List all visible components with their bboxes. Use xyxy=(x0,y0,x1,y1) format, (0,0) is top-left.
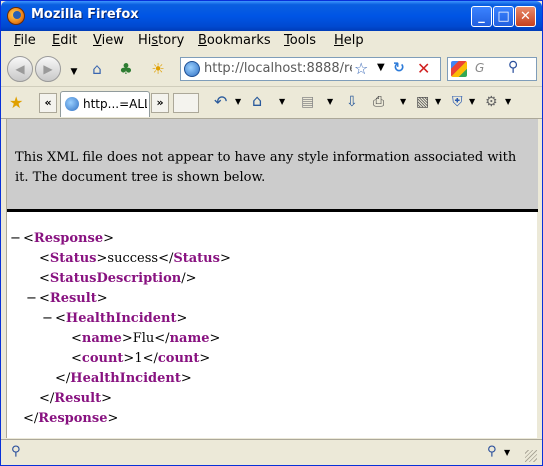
zoom-icon[interactable]: ⚲ xyxy=(487,444,497,459)
home-icon[interactable]: ⌂ xyxy=(86,58,108,80)
home-dropdown-icon[interactable]: ▼ xyxy=(279,97,285,106)
reload-icon[interactable]: ↻ xyxy=(393,60,405,76)
xml-tag-status: Status xyxy=(49,251,97,266)
xml-line-result-close: </Result> xyxy=(39,391,112,406)
menu-history[interactable]: History xyxy=(138,33,184,48)
evernote-icon[interactable]: ♣ xyxy=(115,58,137,80)
forward-icon[interactable]: ▶ xyxy=(35,56,61,82)
toggle-result[interactable]: − xyxy=(26,291,37,306)
bookmark-page-star-icon[interactable]: ☆ xyxy=(354,59,368,78)
security-shield-icon[interactable]: ⛨ xyxy=(452,94,463,110)
print-icon[interactable]: ⎙ xyxy=(373,94,384,110)
gear-dropdown-icon[interactable]: ▼ xyxy=(505,97,511,106)
new-tab-area[interactable] xyxy=(173,93,199,113)
menu-view[interactable]: View xyxy=(93,33,124,48)
xml-line-count: <count>1</count> xyxy=(71,351,211,366)
url-input[interactable]: http://localhost:8888/re xyxy=(204,61,352,76)
url-dropdown-icon[interactable]: ▼ xyxy=(377,62,385,73)
undo-dropdown-icon[interactable]: ▼ xyxy=(235,97,241,106)
undo-icon[interactable]: ↶ xyxy=(214,92,227,111)
history-dropdown-icon[interactable]: ▼ xyxy=(63,61,85,83)
zoom-dropdown-icon[interactable]: ▼ xyxy=(504,448,510,457)
menu-tools[interactable]: Tools xyxy=(284,33,316,48)
window-title: Mozilla Firefox xyxy=(31,7,139,22)
home-toolbar-icon[interactable]: ⌂ xyxy=(252,91,262,110)
tab-active[interactable]: http...=ALL xyxy=(60,91,150,117)
search-input[interactable]: G xyxy=(475,61,484,75)
feed-dropdown-icon[interactable]: ▼ xyxy=(327,97,333,106)
xml-tag-status-close: Status xyxy=(173,251,220,266)
menu-bar: File Edit View History Bookmarks Tools H… xyxy=(1,31,542,51)
xml-value-count: 1 xyxy=(134,351,143,366)
tab-scroll-right-button[interactable]: » xyxy=(151,93,169,113)
security-dropdown-icon[interactable]: ▼ xyxy=(469,97,475,106)
toggle-response[interactable]: − xyxy=(10,231,21,246)
xml-tag-name: name xyxy=(81,331,122,346)
page-icon[interactable]: ▧ xyxy=(416,94,429,110)
weather-icon[interactable]: ☀ xyxy=(147,58,169,80)
toggle-health-incident[interactable]: − xyxy=(42,311,53,326)
xml-tag-health-incident-close: HealthIncident xyxy=(70,371,181,386)
page-dropdown-icon[interactable]: ▼ xyxy=(435,97,441,106)
menu-edit[interactable]: Edit xyxy=(52,33,77,48)
browser-window: Mozilla Firefox _ □ ✕ File Edit View His… xyxy=(0,0,543,466)
xml-line-response-open: <Response> xyxy=(23,231,115,246)
status-bar: ⚲ ⚲ ▼ xyxy=(1,439,542,465)
firefox-icon xyxy=(7,7,25,25)
xml-tag-response: Response xyxy=(33,231,104,246)
back-icon[interactable]: ◀ xyxy=(7,56,33,82)
print-dropdown-icon[interactable]: ▼ xyxy=(400,97,406,106)
xml-line-health-incident-close: </HealthIncident> xyxy=(55,371,192,386)
tab-label: http...=ALL xyxy=(83,97,147,111)
maximize-button[interactable]: □ xyxy=(493,6,514,27)
xml-line-health-incident-open: <HealthIncident> xyxy=(55,311,188,326)
xml-tag-result-close: Result xyxy=(54,391,102,406)
xml-line-status: <Status>success</Status> xyxy=(39,251,231,266)
minimize-button[interactable]: _ xyxy=(471,6,492,27)
find-icon[interactable]: ⚲ xyxy=(11,444,21,459)
xml-line-status-description: <StatusDescription/> xyxy=(39,271,197,286)
xml-info-banner: This XML file does not appear to have an… xyxy=(7,119,538,212)
navigation-toolbar: ◀ ▶ ▼ ⌂ ♣ ☀ http://localhost:8888/re ☆ ▼… xyxy=(1,51,542,87)
xml-tag-response-close: Response xyxy=(38,411,108,426)
download-icon[interactable]: ⇩ xyxy=(346,94,358,110)
search-icon[interactable]: ⚲ xyxy=(508,59,518,75)
tab-scroll-left-button[interactable]: « xyxy=(39,93,57,113)
site-favicon-icon xyxy=(184,61,200,77)
xml-value-name: Flu xyxy=(132,331,155,346)
menu-file[interactable]: File xyxy=(14,33,36,48)
gear-icon[interactable]: ⚙ xyxy=(485,94,498,110)
bookmark-star-icon[interactable]: ★ xyxy=(9,93,23,112)
xml-tag-name-close: name xyxy=(169,331,210,346)
xml-value-status: success xyxy=(107,251,159,266)
close-button[interactable]: ✕ xyxy=(515,6,536,27)
xml-tag-health-incident: HealthIncident xyxy=(65,311,177,326)
search-box[interactable]: G ⚲ xyxy=(447,57,537,81)
search-engine-icon[interactable] xyxy=(451,61,467,77)
xml-tag-status-description: StatusDescription xyxy=(49,271,182,286)
xml-tag-count-close: count xyxy=(157,351,200,366)
xml-tag-result: Result xyxy=(49,291,97,306)
tab-favicon-icon xyxy=(65,97,79,111)
menu-bookmarks[interactable]: Bookmarks xyxy=(198,33,271,48)
xml-line-response-close: </Response> xyxy=(23,411,119,426)
page-content: This XML file does not appear to have an… xyxy=(6,119,538,438)
xml-line-name: <name>Flu</name> xyxy=(71,331,221,346)
title-bar[interactable]: Mozilla Firefox _ □ ✕ xyxy=(1,1,542,31)
xml-tag-count: count xyxy=(81,351,124,366)
xml-line-result-open: <Result> xyxy=(39,291,108,306)
url-bar[interactable]: http://localhost:8888/re ☆ ▼ ↻ ✕ xyxy=(180,57,441,81)
resize-grip-icon[interactable] xyxy=(525,450,537,462)
tab-toolbar: ★ « http...=ALL » ↶ ▼ ⌂ ▼ ▤ ▼ ⇩ ⎙ ▼ ▧ ▼ … xyxy=(1,87,542,119)
feed-icon[interactable]: ▤ xyxy=(301,94,314,110)
xml-info-text: This XML file does not appear to have an… xyxy=(15,150,517,185)
stop-icon[interactable]: ✕ xyxy=(417,59,430,78)
menu-help[interactable]: Help xyxy=(334,33,364,48)
